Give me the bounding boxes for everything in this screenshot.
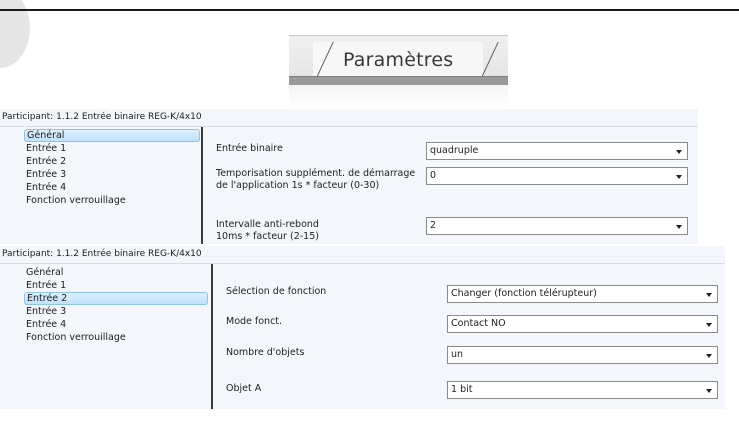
- select-value: un: [451, 349, 464, 360]
- param-label-mode-fonct: Mode fonct.: [226, 316, 282, 328]
- param-label-selection-de-fonction: Sélection de fonction: [226, 286, 326, 298]
- panel-title: Participant: 1.1.2 Entrée binaire REG-K/…: [0, 109, 698, 127]
- param-label-temporisation: Temporisation supplément. de démarrage d…: [216, 168, 415, 192]
- panel-divider: [201, 127, 203, 244]
- chevron-down-icon[interactable]: [676, 225, 682, 229]
- chevron-down-icon[interactable]: [706, 354, 712, 358]
- select-nombre-objets[interactable]: un: [447, 346, 718, 364]
- channel-sidebar: Général Entrée 1 Entrée 2 Entrée 3 Entré…: [0, 264, 210, 409]
- sidebar-item-entree-3[interactable]: Entrée 3: [24, 305, 210, 318]
- panel-divider: [211, 264, 213, 409]
- panel-body: Général Entrée 1 Entrée 2 Entrée 3 Entré…: [0, 127, 698, 244]
- panel-body: Général Entrée 1 Entrée 2 Entrée 3 Entré…: [0, 264, 725, 409]
- tab-parametres[interactable]: Paramètres: [313, 42, 499, 80]
- sidebar-item-entree-1[interactable]: Entrée 1: [24, 142, 200, 155]
- sidebar-item-general[interactable]: Général: [24, 129, 200, 142]
- select-value: Contact NO: [451, 318, 506, 329]
- param-label-line: Sélection de fonction: [226, 286, 327, 297]
- select-value: 2: [430, 220, 437, 231]
- sidebar-item-fonction-verrouillage[interactable]: Fonction verrouillage: [24, 331, 210, 344]
- sidebar-item-entree-4[interactable]: Entrée 4: [24, 181, 200, 194]
- tab-shelf: [289, 76, 508, 85]
- param-label-nombre-objets: Nombre d'objets: [226, 347, 304, 359]
- param-label-intervalle-anti-rebond: Intervalle anti-rebond 10ms * facteur (2…: [216, 219, 319, 243]
- param-label-line: Mode fonct.: [226, 316, 283, 327]
- param-label-line: de l'application 1s * facteur (0-30): [216, 180, 380, 191]
- param-label-line: 10ms * facteur (2-15): [216, 231, 319, 242]
- param-label-entree-binaire: Entrée binaire: [216, 143, 283, 155]
- select-objet-a[interactable]: 1 bit: [447, 381, 718, 399]
- tab-edge-right: [480, 42, 499, 80]
- select-value: 1 bit: [451, 384, 473, 395]
- chevron-down-icon[interactable]: [706, 323, 712, 327]
- sidebar-item-entree-1[interactable]: Entrée 1: [24, 279, 210, 292]
- tab-strip: Paramètres: [289, 35, 508, 109]
- chevron-down-icon[interactable]: [706, 293, 712, 297]
- sidebar-item-entree-2[interactable]: Entrée 2: [24, 155, 200, 168]
- tab-content-area: [289, 85, 508, 109]
- param-label-line: Nombre d'objets: [226, 347, 305, 358]
- sidebar-item-entree-3[interactable]: Entrée 3: [24, 168, 200, 181]
- select-value: Changer (fonction télérupteur): [451, 288, 597, 299]
- chevron-down-icon[interactable]: [676, 175, 682, 179]
- param-label-line: Temporisation supplément. de démarrage: [216, 168, 416, 179]
- panel-title: Participant: 1.1.2 Entrée binaire REG-K/…: [0, 246, 725, 264]
- tab-edge-left: [315, 42, 334, 80]
- select-entree-binaire[interactable]: quadruple: [426, 142, 688, 160]
- select-mode-fonct[interactable]: Contact NO: [447, 315, 718, 333]
- chevron-down-icon[interactable]: [676, 150, 682, 154]
- sidebar-item-entree-2[interactable]: Entrée 2: [24, 292, 208, 305]
- param-label-line: Objet A: [226, 383, 262, 394]
- sidebar-item-general[interactable]: Général: [24, 266, 210, 279]
- sidebar-item-fonction-verrouillage[interactable]: Fonction verrouillage: [24, 194, 200, 207]
- param-label-line: Intervalle anti-rebond: [216, 219, 319, 230]
- sidebar-item-entree-4[interactable]: Entrée 4: [24, 318, 210, 331]
- select-value: 0: [430, 170, 437, 181]
- top-divider-line: [0, 9, 739, 11]
- tab-label[interactable]: Paramètres: [343, 49, 453, 71]
- param-label-line: Entrée binaire: [216, 143, 283, 154]
- select-intervalle-anti-rebond[interactable]: 2: [426, 217, 688, 235]
- parameter-panel-entree-2: Participant: 1.1.2 Entrée binaire REG-K/…: [0, 246, 725, 409]
- parameter-panel-general: Participant: 1.1.2 Entrée binaire REG-K/…: [0, 109, 698, 244]
- select-value: quadruple: [430, 145, 479, 156]
- channel-sidebar: Général Entrée 1 Entrée 2 Entrée 3 Entré…: [0, 127, 200, 244]
- select-temporisation[interactable]: 0: [426, 167, 688, 185]
- select-selection-de-fonction[interactable]: Changer (fonction télérupteur): [447, 285, 718, 303]
- chevron-down-icon[interactable]: [706, 389, 712, 393]
- param-label-objet-a: Objet A: [226, 383, 261, 395]
